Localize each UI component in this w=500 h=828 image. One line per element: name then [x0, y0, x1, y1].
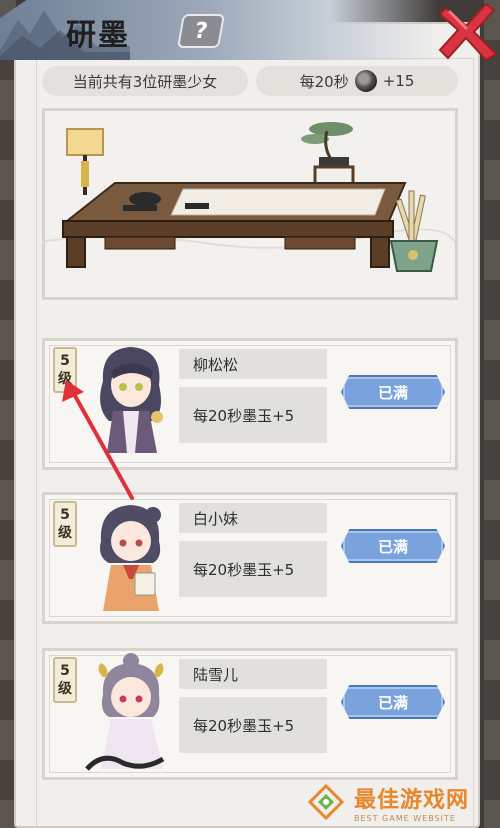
maxed-button[interactable]: 已满 [341, 685, 445, 719]
girl-rate-box: 每20秒墨玉+5 [179, 541, 327, 597]
girl-avatar-icon [85, 653, 165, 771]
level-number: 5 [60, 353, 70, 369]
girl-count-pill: 当前共有3位研墨少女 [42, 66, 248, 96]
maxed-button-label: 已满 [377, 537, 408, 556]
girl-name-box: 陆雪儿 [179, 659, 327, 689]
girl-card: 5 级 陆雪儿 每20秒墨玉+5 已满 [42, 648, 458, 780]
watermark-main-text: 最佳游戏网 [354, 787, 470, 813]
watermark-text-group: 最佳游戏网 BEST GAME WEBSITE [354, 782, 469, 823]
level-unit: 级 [58, 525, 72, 541]
girl-name: 白小妹 [193, 509, 239, 528]
production-rate-pill: 每20秒 +15 [256, 66, 458, 96]
rate-prefix-text: 每20秒 [299, 72, 349, 91]
background-right-strip [484, 0, 500, 828]
watermark-sub-text: BEST GAME WEBSITE [354, 813, 456, 823]
girl-name-box: 白小妹 [179, 503, 327, 533]
girl-name: 陆雪儿 [193, 665, 239, 684]
watermark-emblem-icon [307, 783, 345, 821]
watermark-logo: 最佳游戏网 BEST GAME WEBSITE [306, 776, 500, 828]
girl-card: 5 级 柳松松 每20秒墨玉+5 已满 [42, 338, 458, 470]
girl-avatar-icon [100, 505, 161, 611]
level-number: 5 [60, 663, 70, 679]
girl-card: 5 级 白小妹 每20秒墨玉+5 已满 [42, 492, 458, 624]
maxed-button-label: 已满 [377, 693, 408, 712]
girl-rate: 每20秒墨玉+5 [193, 716, 295, 735]
girl-name-box: 柳松松 [179, 349, 327, 379]
maxed-button-label: 已满 [377, 383, 408, 402]
girl-name: 柳松松 [193, 355, 239, 374]
rate-value-text: +15 [382, 72, 415, 90]
maxed-button[interactable]: 已满 [341, 375, 445, 409]
girl-rate: 每20秒墨玉+5 [193, 406, 295, 425]
ink-jade-icon [354, 70, 377, 92]
girl-avatar-icon [100, 347, 163, 453]
level-unit: 级 [58, 371, 72, 387]
girl-rate: 每20秒墨玉+5 [193, 560, 295, 579]
level-unit: 级 [58, 681, 72, 697]
level-number: 5 [60, 507, 70, 523]
girl-rate-box: 每20秒墨玉+5 [179, 387, 327, 443]
help-button[interactable]: ? [177, 14, 225, 48]
question-mark-icon: ? [192, 18, 210, 44]
girl-count-text: 当前共有3位研墨少女 [72, 72, 218, 91]
close-x-icon[interactable] [436, 0, 500, 62]
page-title: 研墨 [66, 18, 130, 53]
study-room-illustration [42, 108, 458, 300]
maxed-button[interactable]: 已满 [341, 529, 445, 563]
girl-rate-box: 每20秒墨玉+5 [179, 697, 327, 753]
